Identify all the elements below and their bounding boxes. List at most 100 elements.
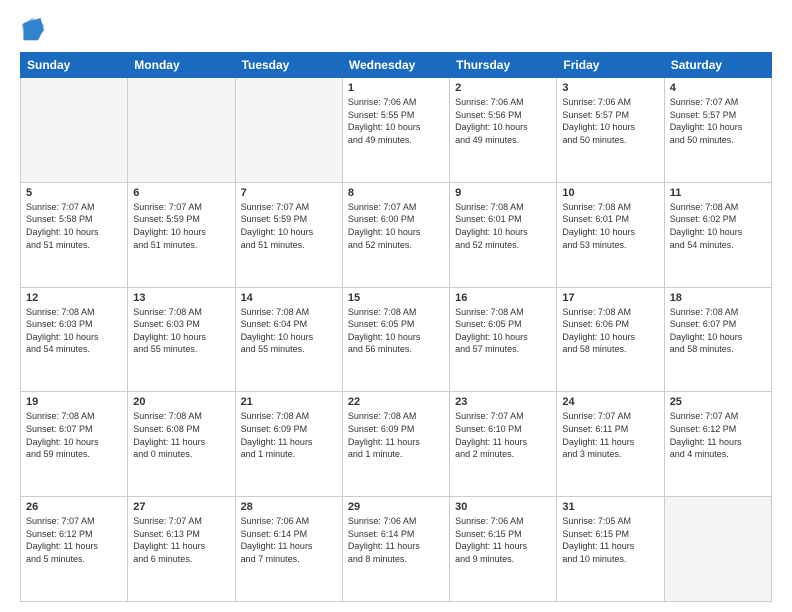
day-cell xyxy=(664,497,771,602)
day-number: 18 xyxy=(670,292,766,304)
day-cell: 11 Sunrise: 7:08 AM Sunset: 6:02 PM Dayli… xyxy=(664,182,771,287)
day-number: 27 xyxy=(133,501,229,513)
day-info: Sunrise: 7:08 AM Sunset: 6:03 PM Dayligh… xyxy=(133,306,229,356)
day-number: 29 xyxy=(348,501,444,513)
day-cell: 29Sunrise: 7:06 AM Sunset: 6:14 PM Dayli… xyxy=(342,497,449,602)
day-number: 8 xyxy=(348,187,444,199)
day-number: 12 xyxy=(26,292,122,304)
day-cell: 16 Sunrise: 7:08 AM Sunset: 6:05 PM Dayli… xyxy=(450,287,557,392)
day-number: 21 xyxy=(241,396,337,408)
day-number: 15 xyxy=(348,292,444,304)
day-number: 25 xyxy=(670,396,766,408)
day-cell: 20 Sunrise: 7:08 AM Sunset: 6:08 PM Dayli… xyxy=(128,392,235,497)
day-cell: 23 Sunrise: 7:07 AM Sunset: 6:10 PM Dayli… xyxy=(450,392,557,497)
day-info: Sunrise: 7:06 AM Sunset: 5:56 PM Dayligh… xyxy=(455,96,551,146)
day-info: Sunrise: 7:08 AM Sunset: 6:01 PM Dayligh… xyxy=(562,201,658,251)
day-cell: 4 Sunrise: 7:07 AM Sunset: 5:57 PM Daylig… xyxy=(664,78,771,183)
day-info: Sunrise: 7:06 AM Sunset: 5:55 PM Dayligh… xyxy=(348,96,444,146)
day-info: Sunrise: 7:07 AM Sunset: 6:13 PM Dayligh… xyxy=(133,515,229,565)
day-cell: 18Sunrise: 7:08 AM Sunset: 6:07 PM Dayli… xyxy=(664,287,771,392)
week-row-2: 5Sunrise: 7:07 AM Sunset: 5:58 PM Daylig… xyxy=(21,182,772,287)
day-info: Sunrise: 7:08 AM Sunset: 6:03 PM Dayligh… xyxy=(26,306,122,356)
day-info: Sunrise: 7:08 AM Sunset: 6:09 PM Dayligh… xyxy=(241,410,337,460)
day-cell: 1 Sunrise: 7:06 AM Sunset: 5:55 PM Daylig… xyxy=(342,78,449,183)
day-number: 2 xyxy=(455,82,551,94)
day-info: Sunrise: 7:08 AM Sunset: 6:04 PM Dayligh… xyxy=(241,306,337,356)
day-cell: 13Sunrise: 7:08 AM Sunset: 6:03 PM Dayli… xyxy=(128,287,235,392)
weekday-header-saturday: Saturday xyxy=(664,53,771,78)
day-info: Sunrise: 7:08 AM Sunset: 6:05 PM Dayligh… xyxy=(455,306,551,356)
logo xyxy=(20,16,48,44)
day-number: 24 xyxy=(562,396,658,408)
day-info: Sunrise: 7:07 AM Sunset: 6:11 PM Dayligh… xyxy=(562,410,658,460)
day-number: 19 xyxy=(26,396,122,408)
day-cell: 31 Sunrise: 7:05 AM Sunset: 6:15 PM Dayli… xyxy=(557,497,664,602)
day-info: Sunrise: 7:07 AM Sunset: 6:12 PM Dayligh… xyxy=(26,515,122,565)
weekday-header-sunday: Sunday xyxy=(21,53,128,78)
day-number: 4 xyxy=(670,82,766,94)
day-info: Sunrise: 7:07 AM Sunset: 6:10 PM Dayligh… xyxy=(455,410,551,460)
day-number: 22 xyxy=(348,396,444,408)
day-info: Sunrise: 7:08 AM Sunset: 6:08 PM Dayligh… xyxy=(133,410,229,460)
day-number: 20 xyxy=(133,396,229,408)
day-info: Sunrise: 7:06 AM Sunset: 6:14 PM Dayligh… xyxy=(241,515,337,565)
day-info: Sunrise: 7:07 AM Sunset: 5:59 PM Dayligh… xyxy=(133,201,229,251)
weekday-header-monday: Monday xyxy=(128,53,235,78)
day-cell xyxy=(21,78,128,183)
day-info: Sunrise: 7:08 AM Sunset: 6:07 PM Dayligh… xyxy=(26,410,122,460)
calendar-table: SundayMondayTuesdayWednesdayThursdayFrid… xyxy=(20,52,772,602)
day-info: Sunrise: 7:06 AM Sunset: 6:15 PM Dayligh… xyxy=(455,515,551,565)
week-row-4: 19 Sunrise: 7:08 AM Sunset: 6:07 PM Dayli… xyxy=(21,392,772,497)
day-cell: 14 Sunrise: 7:08 AM Sunset: 6:04 PM Dayli… xyxy=(235,287,342,392)
day-info: Sunrise: 7:08 AM Sunset: 6:06 PM Dayligh… xyxy=(562,306,658,356)
day-cell: 28 Sunrise: 7:06 AM Sunset: 6:14 PM Dayli… xyxy=(235,497,342,602)
page: SundayMondayTuesdayWednesdayThursdayFrid… xyxy=(0,0,792,612)
day-info: Sunrise: 7:08 AM Sunset: 6:01 PM Dayligh… xyxy=(455,201,551,251)
header xyxy=(20,16,772,44)
weekday-header-row: SundayMondayTuesdayWednesdayThursdayFrid… xyxy=(21,53,772,78)
day-cell: 15 Sunrise: 7:08 AM Sunset: 6:05 PM Dayli… xyxy=(342,287,449,392)
day-cell: 17 Sunrise: 7:08 AM Sunset: 6:06 PM Dayli… xyxy=(557,287,664,392)
week-row-1: 1 Sunrise: 7:06 AM Sunset: 5:55 PM Daylig… xyxy=(21,78,772,183)
week-row-3: 12 Sunrise: 7:08 AM Sunset: 6:03 PM Dayli… xyxy=(21,287,772,392)
day-number: 1 xyxy=(348,82,444,94)
day-number: 16 xyxy=(455,292,551,304)
day-number: 31 xyxy=(562,501,658,513)
day-cell: 24 Sunrise: 7:07 AM Sunset: 6:11 PM Dayli… xyxy=(557,392,664,497)
day-info: Sunrise: 7:08 AM Sunset: 6:05 PM Dayligh… xyxy=(348,306,444,356)
day-number: 14 xyxy=(241,292,337,304)
day-cell: 2 Sunrise: 7:06 AM Sunset: 5:56 PM Daylig… xyxy=(450,78,557,183)
day-number: 17 xyxy=(562,292,658,304)
day-number: 30 xyxy=(455,501,551,513)
day-number: 7 xyxy=(241,187,337,199)
day-info: Sunrise: 7:07 AM Sunset: 5:57 PM Dayligh… xyxy=(670,96,766,146)
day-cell: 9 Sunrise: 7:08 AM Sunset: 6:01 PM Daylig… xyxy=(450,182,557,287)
day-info: Sunrise: 7:08 AM Sunset: 6:02 PM Dayligh… xyxy=(670,201,766,251)
day-number: 9 xyxy=(455,187,551,199)
day-cell: 10 Sunrise: 7:08 AM Sunset: 6:01 PM Dayli… xyxy=(557,182,664,287)
day-cell xyxy=(128,78,235,183)
weekday-header-thursday: Thursday xyxy=(450,53,557,78)
day-cell: 25 Sunrise: 7:07 AM Sunset: 6:12 PM Dayli… xyxy=(664,392,771,497)
day-info: Sunrise: 7:07 AM Sunset: 6:12 PM Dayligh… xyxy=(670,410,766,460)
weekday-header-friday: Friday xyxy=(557,53,664,78)
logo-icon xyxy=(20,16,44,44)
weekday-header-wednesday: Wednesday xyxy=(342,53,449,78)
day-cell xyxy=(235,78,342,183)
day-number: 11 xyxy=(670,187,766,199)
day-cell: 22 Sunrise: 7:08 AM Sunset: 6:09 PM Dayli… xyxy=(342,392,449,497)
day-info: Sunrise: 7:05 AM Sunset: 6:15 PM Dayligh… xyxy=(562,515,658,565)
day-cell: 8 Sunrise: 7:07 AM Sunset: 6:00 PM Daylig… xyxy=(342,182,449,287)
day-number: 28 xyxy=(241,501,337,513)
day-number: 23 xyxy=(455,396,551,408)
day-cell: 19 Sunrise: 7:08 AM Sunset: 6:07 PM Dayli… xyxy=(21,392,128,497)
day-cell: 12 Sunrise: 7:08 AM Sunset: 6:03 PM Dayli… xyxy=(21,287,128,392)
day-info: Sunrise: 7:08 AM Sunset: 6:09 PM Dayligh… xyxy=(348,410,444,460)
day-number: 10 xyxy=(562,187,658,199)
day-cell: 6Sunrise: 7:07 AM Sunset: 5:59 PM Daylig… xyxy=(128,182,235,287)
day-info: Sunrise: 7:07 AM Sunset: 6:00 PM Dayligh… xyxy=(348,201,444,251)
day-info: Sunrise: 7:06 AM Sunset: 5:57 PM Dayligh… xyxy=(562,96,658,146)
day-number: 5 xyxy=(26,187,122,199)
day-cell: 26Sunrise: 7:07 AM Sunset: 6:12 PM Dayli… xyxy=(21,497,128,602)
week-row-5: 26Sunrise: 7:07 AM Sunset: 6:12 PM Dayli… xyxy=(21,497,772,602)
